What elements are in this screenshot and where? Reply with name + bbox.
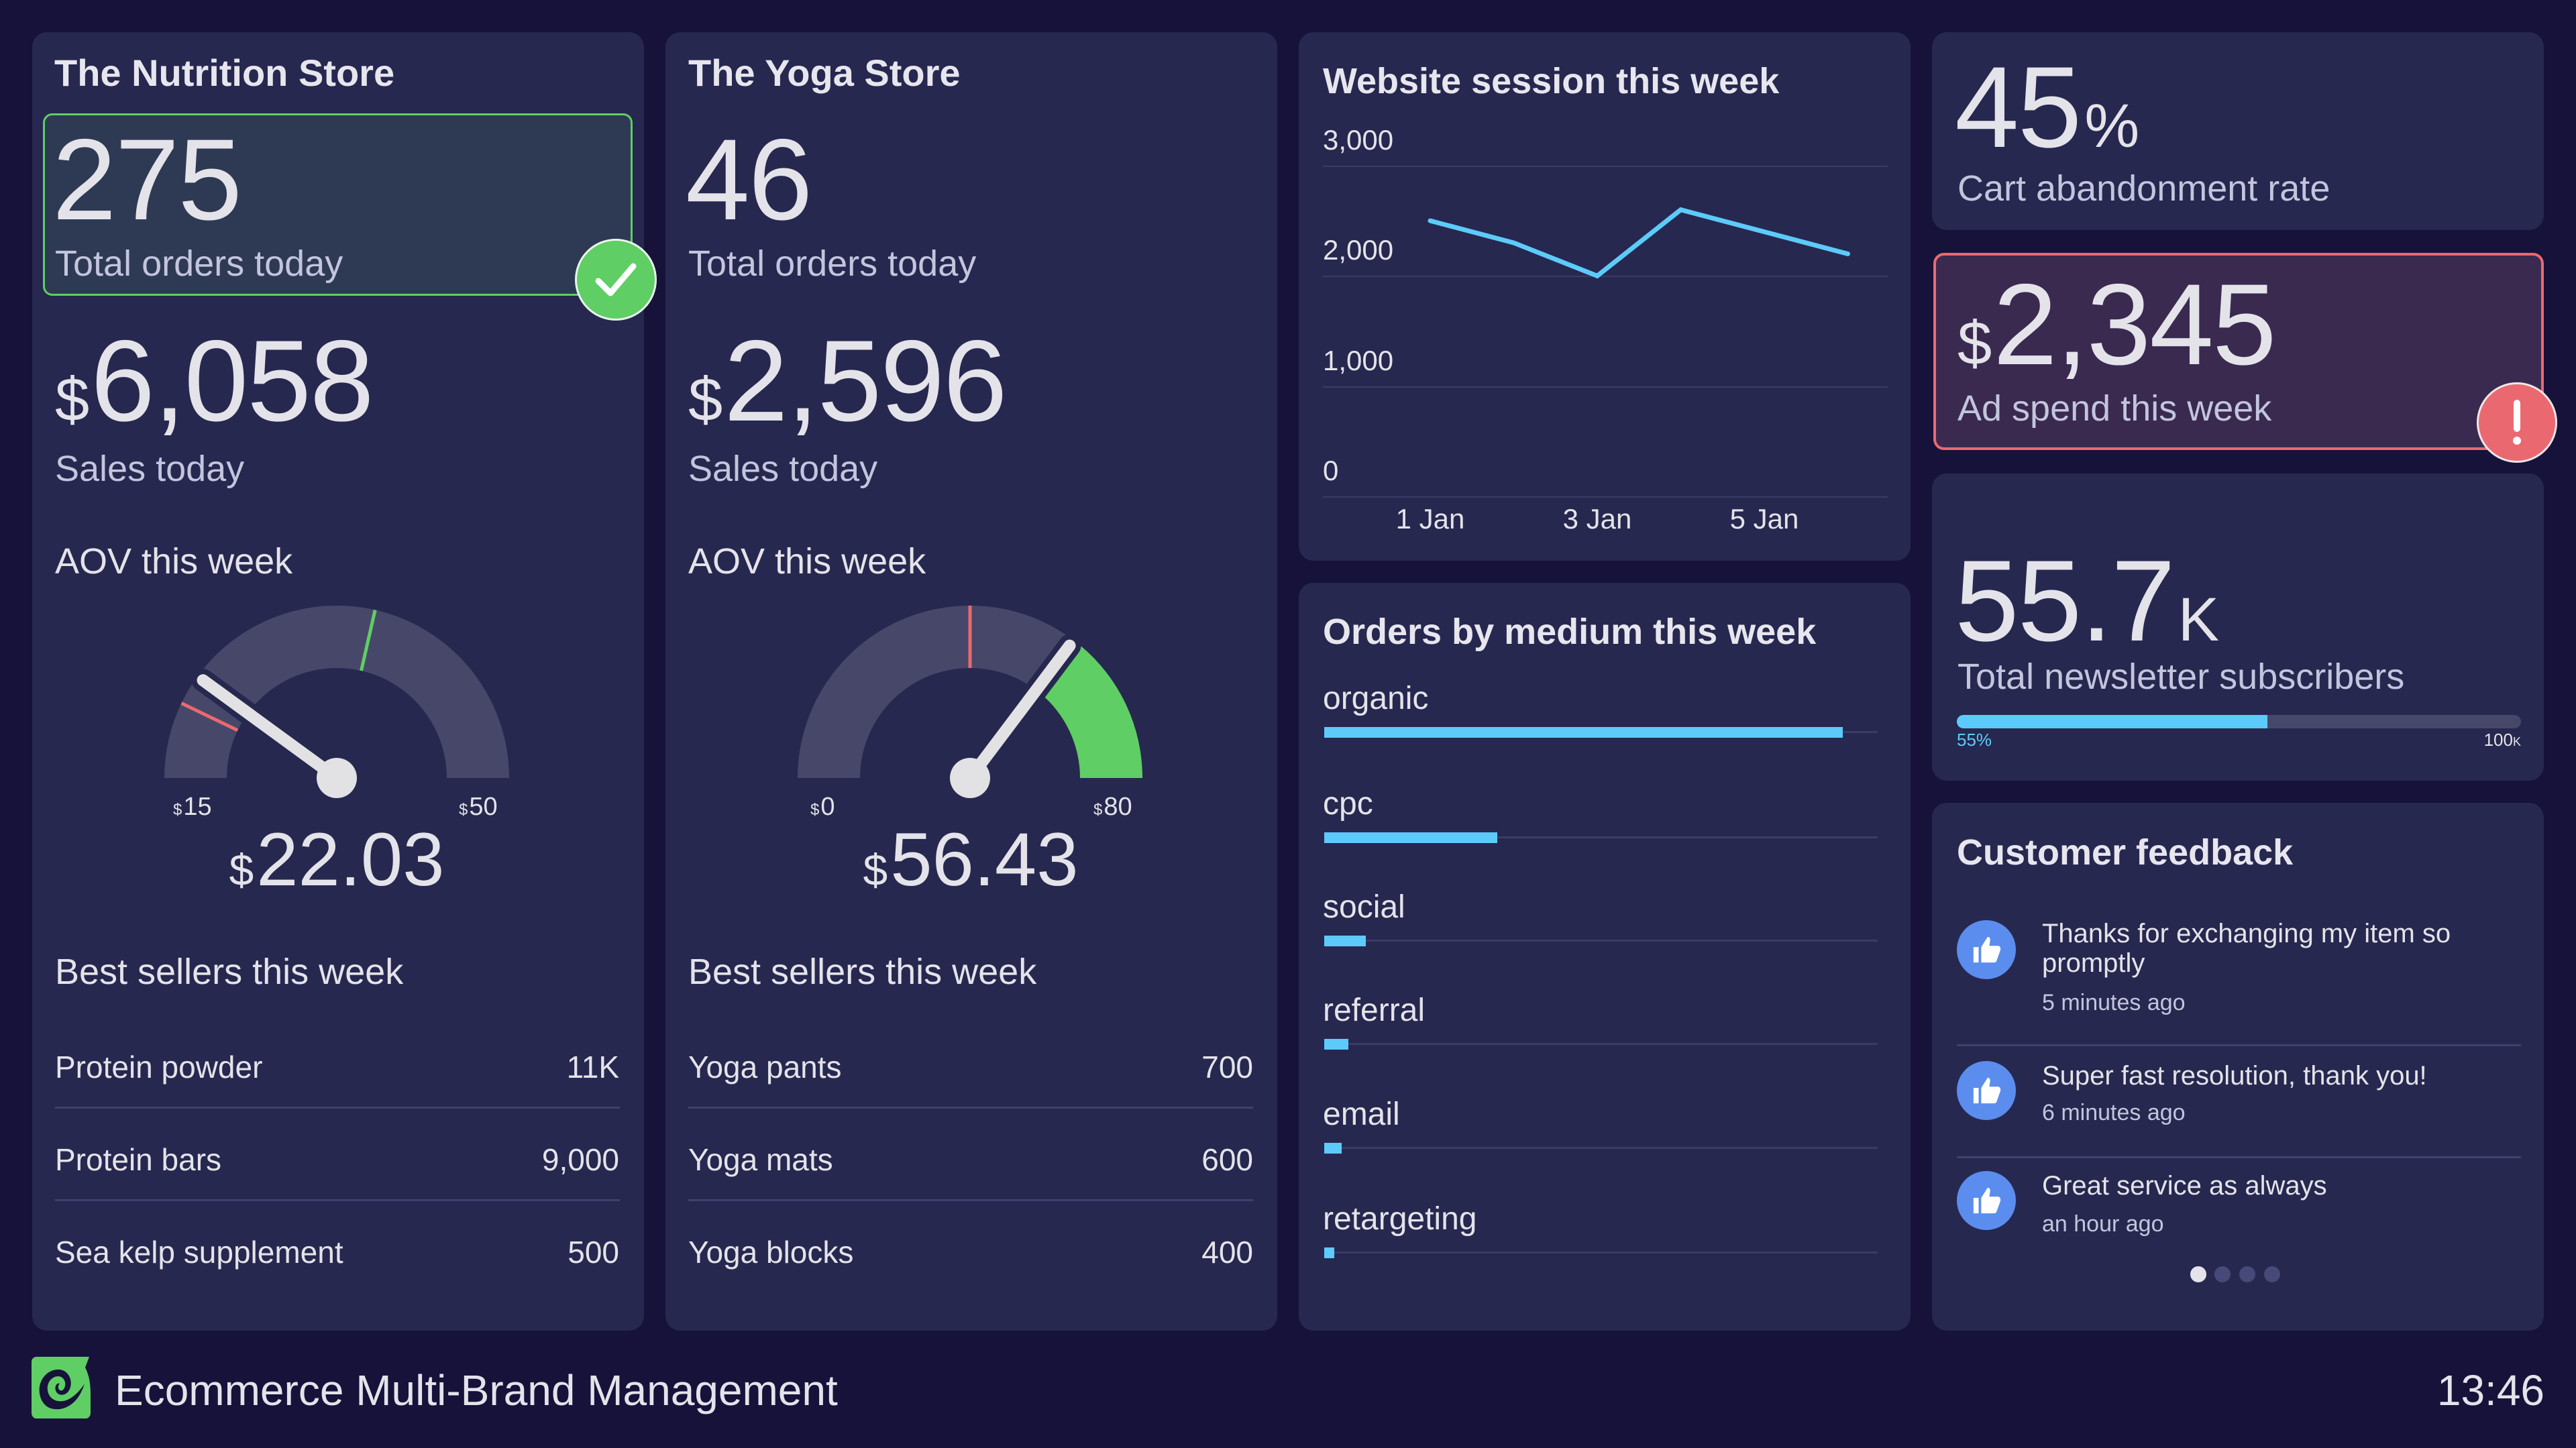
exclamation-icon (2513, 400, 2521, 445)
medium-bar (1324, 1039, 1349, 1050)
medium-bar (1324, 727, 1843, 738)
feedback-divider (1957, 1044, 2521, 1046)
feedback-icon (1957, 920, 2016, 979)
row-divider (688, 1199, 1253, 1201)
best-seller-value: 600 (1201, 1142, 1253, 1177)
best-seller-name: Protein bars (55, 1142, 222, 1177)
medium-label: social (1323, 889, 1405, 925)
nutrition-aov-min-label: $15 (173, 793, 212, 821)
gauge-track (203, 606, 509, 778)
yoga-aov-min-label: $0 (810, 793, 835, 821)
thumbs-up-icon (1973, 936, 2001, 963)
clock: 13:46 (2436, 1366, 2544, 1414)
nutrition-best-sellers-label: Best sellers this week (55, 952, 404, 992)
feedback-time: 6 minutes ago (2042, 1100, 2186, 1125)
ad-spend-label: Ad spend this week (1957, 388, 2272, 429)
newsletter-value: 55.7K (1955, 537, 2219, 665)
pagination-dot[interactable] (2264, 1266, 2280, 1282)
thumbs-up-icon (1973, 1077, 2001, 1104)
cart-abandonment-label: Cart abandonment rate (1957, 168, 2330, 209)
yoga-best-sellers-label: Best sellers this week (688, 952, 1037, 992)
swirl-logo-icon (32, 1357, 91, 1418)
best-seller-name: Protein powder (55, 1050, 263, 1084)
pagination-dot[interactable] (2239, 1266, 2255, 1282)
feedback-text: Super fast resolution, thank you! (2042, 1061, 2427, 1091)
feedback-divider (1957, 1156, 2521, 1158)
medium-bar-track (1324, 1043, 1878, 1045)
gauge-hub (317, 758, 357, 798)
best-seller-name: Yoga mats (688, 1142, 833, 1177)
medium-label: cpc (1323, 786, 1373, 822)
newsletter-progress-label: 55% (1957, 730, 1992, 750)
best-seller-name: Sea kelp supplement (55, 1235, 343, 1270)
feedback-time: an hour ago (2042, 1211, 2164, 1237)
feedback-time: 5 minutes ago (2042, 990, 2186, 1015)
medium-bar (1324, 832, 1497, 843)
row-divider (55, 1107, 620, 1109)
ad-spend-value: $2,345 (1957, 260, 2277, 389)
nutrition-aov-gauge (164, 606, 509, 798)
newsletter-label: Total newsletter subscribers (1957, 657, 2405, 697)
best-seller-value: 9,000 (541, 1142, 619, 1177)
medium-bar-track (1324, 940, 1878, 942)
medium-label: retargeting (1323, 1201, 1477, 1237)
feedback-icon (1957, 1061, 2016, 1120)
cart-abandonment-value: 45% (1955, 43, 2139, 172)
best-seller-name: Yoga blocks (688, 1235, 854, 1270)
yoga-aov-gauge (798, 606, 1142, 798)
newsletter-progress-fill (1957, 715, 2267, 728)
medium-bar (1324, 936, 1366, 946)
medium-bar-track (1324, 1147, 1878, 1149)
dashboard-title: Ecommerce Multi-Brand Management (115, 1366, 838, 1414)
feedback-text: Thanks for exchanging my item so promptl… (2042, 919, 2451, 978)
orders-by-medium-title: Orders by medium this week (1323, 612, 1817, 652)
feedback-text: Great service as always (2042, 1171, 2327, 1201)
medium-bar-track (1324, 1251, 1878, 1254)
customer-feedback-title: Customer feedback (1957, 832, 2294, 873)
best-seller-value: 500 (568, 1235, 619, 1270)
pagination-dot[interactable] (2190, 1266, 2206, 1282)
row-divider (688, 1107, 1253, 1109)
medium-bar (1324, 1143, 1342, 1154)
newsletter-target-label: 100K (2483, 730, 2521, 750)
footer-logo (32, 1357, 94, 1418)
medium-label: email (1323, 1097, 1400, 1132)
gauge-hub (950, 758, 990, 798)
medium-bar (1324, 1247, 1335, 1258)
nutrition-aov-value: $22.03 (229, 818, 445, 901)
yoga-aov-max-label: $80 (1093, 793, 1132, 821)
newsletter-progress-track (1957, 715, 2521, 728)
best-seller-value: 400 (1201, 1235, 1253, 1270)
pagination-dot[interactable] (2214, 1266, 2231, 1282)
medium-label: referral (1323, 993, 1426, 1028)
alert-badge (2477, 382, 2557, 463)
thumbs-up-icon (1973, 1187, 2001, 1214)
sessions-line (1428, 207, 1850, 279)
feedback-icon (1957, 1171, 2016, 1230)
best-seller-name: Yoga pants (688, 1050, 842, 1084)
best-seller-value: 11K (566, 1050, 619, 1084)
best-seller-value: 700 (1201, 1050, 1253, 1084)
nutrition-aov-max-label: $50 (459, 793, 498, 821)
medium-label: organic (1323, 681, 1429, 716)
row-divider (55, 1199, 620, 1201)
yoga-aov-value: $56.43 (863, 818, 1079, 901)
